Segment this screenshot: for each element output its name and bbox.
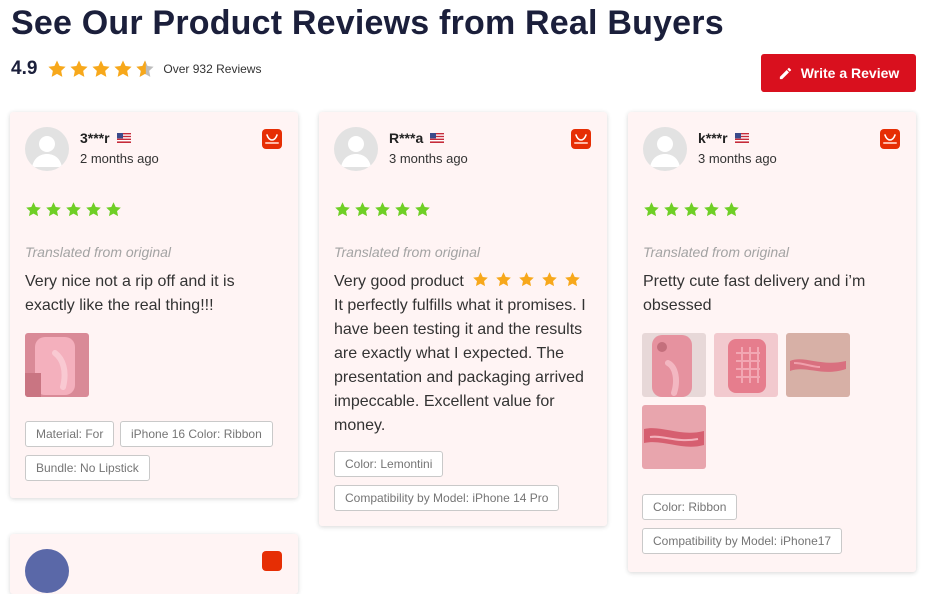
review-time: 3 months ago bbox=[698, 151, 777, 166]
review-photo[interactable] bbox=[642, 405, 706, 469]
avatar bbox=[25, 127, 69, 171]
attribute-tag: Compatibility by Model: iPhone 14 Pro bbox=[334, 485, 560, 511]
avatar bbox=[643, 127, 687, 171]
aliexpress-icon bbox=[262, 129, 282, 149]
review-time: 2 months ago bbox=[80, 151, 159, 166]
star-icon bbox=[355, 202, 370, 217]
pencil-icon bbox=[779, 67, 791, 79]
star-icon bbox=[66, 202, 81, 217]
translated-label: Translated from original bbox=[334, 244, 481, 260]
write-review-label: Write a Review bbox=[800, 65, 900, 81]
star-icon bbox=[684, 202, 699, 217]
attribute-tag: iPhone 16 Color: Ribbon bbox=[120, 421, 273, 447]
review-text-block: Very good product It perfectly fulfills … bbox=[334, 270, 594, 438]
review-stars bbox=[334, 201, 431, 218]
star-icon bbox=[106, 202, 121, 217]
review-text: Pretty cute fast delivery and i’m obsess… bbox=[643, 273, 866, 314]
review-text: It perfectly fulfills what it promises. … bbox=[334, 297, 586, 434]
review-count: Over 932 Reviews bbox=[163, 62, 262, 76]
reviewer-name: 3***r bbox=[80, 130, 131, 146]
half-star-icon bbox=[136, 60, 155, 77]
star-icon bbox=[542, 272, 558, 287]
avatar bbox=[334, 127, 378, 171]
review-lead: Very good product bbox=[334, 273, 464, 290]
star-icon bbox=[92, 60, 111, 77]
overall-stars bbox=[47, 59, 155, 79]
rating-value: 4.9 bbox=[11, 58, 38, 79]
review-stars bbox=[25, 201, 122, 218]
page-title: See Our Product Reviews from Real Buyers bbox=[11, 4, 724, 42]
attribute-tag: Color: Ribbon bbox=[642, 494, 738, 520]
star-icon bbox=[335, 202, 350, 217]
review-stars bbox=[643, 201, 740, 218]
star-icon bbox=[644, 202, 659, 217]
review-time: 3 months ago bbox=[389, 151, 468, 166]
star-icon bbox=[473, 272, 489, 287]
reviewer-name: k***r bbox=[698, 130, 749, 146]
star-icon bbox=[496, 272, 512, 287]
write-review-button[interactable]: Write a Review bbox=[761, 54, 916, 92]
star-icon bbox=[704, 202, 719, 217]
translated-label: Translated from original bbox=[643, 244, 790, 260]
review-photo[interactable] bbox=[714, 333, 778, 397]
star-icon bbox=[375, 202, 390, 217]
aliexpress-icon bbox=[880, 129, 900, 149]
attribute-tag: Color: Lemontini bbox=[334, 451, 444, 477]
review-photo[interactable] bbox=[642, 333, 706, 397]
review-card: k***r 3 months ago Translated from origi… bbox=[628, 112, 916, 572]
review-card bbox=[10, 534, 298, 594]
translated-label: Translated from original bbox=[25, 244, 172, 260]
star-icon bbox=[415, 202, 430, 217]
us-flag-icon bbox=[734, 133, 749, 143]
us-flag-icon bbox=[116, 133, 131, 143]
review-card: R***a 3 months ago Translated from origi… bbox=[319, 112, 607, 526]
avatar bbox=[25, 549, 69, 593]
reviewer-name: R***a bbox=[389, 130, 445, 146]
star-icon bbox=[26, 202, 41, 217]
overall-rating: 4.9 Over 932 Reviews bbox=[11, 56, 261, 82]
star-icon bbox=[664, 202, 679, 217]
star-icon bbox=[724, 202, 739, 217]
star-icon bbox=[46, 202, 61, 217]
us-flag-icon bbox=[430, 133, 445, 143]
review-photo[interactable] bbox=[786, 333, 850, 397]
inline-stars bbox=[472, 271, 581, 288]
star-icon bbox=[86, 202, 101, 217]
review-card: 3***r 2 months ago Translated from origi… bbox=[10, 112, 298, 498]
attribute-tag: Bundle: No Lipstick bbox=[25, 455, 150, 481]
star-icon bbox=[565, 272, 581, 287]
star-icon bbox=[48, 60, 67, 77]
star-icon bbox=[70, 60, 89, 77]
aliexpress-icon bbox=[571, 129, 591, 149]
star-icon bbox=[519, 272, 535, 287]
attribute-tag: Material: For bbox=[25, 421, 115, 447]
star-icon bbox=[395, 202, 410, 217]
attribute-tag: Compatibility by Model: iPhone17 bbox=[642, 528, 843, 554]
star-icon bbox=[114, 60, 133, 77]
review-text: Very nice not a rip off and it is exactl… bbox=[25, 273, 235, 314]
review-photo[interactable] bbox=[25, 333, 89, 397]
aliexpress-icon bbox=[262, 551, 282, 571]
